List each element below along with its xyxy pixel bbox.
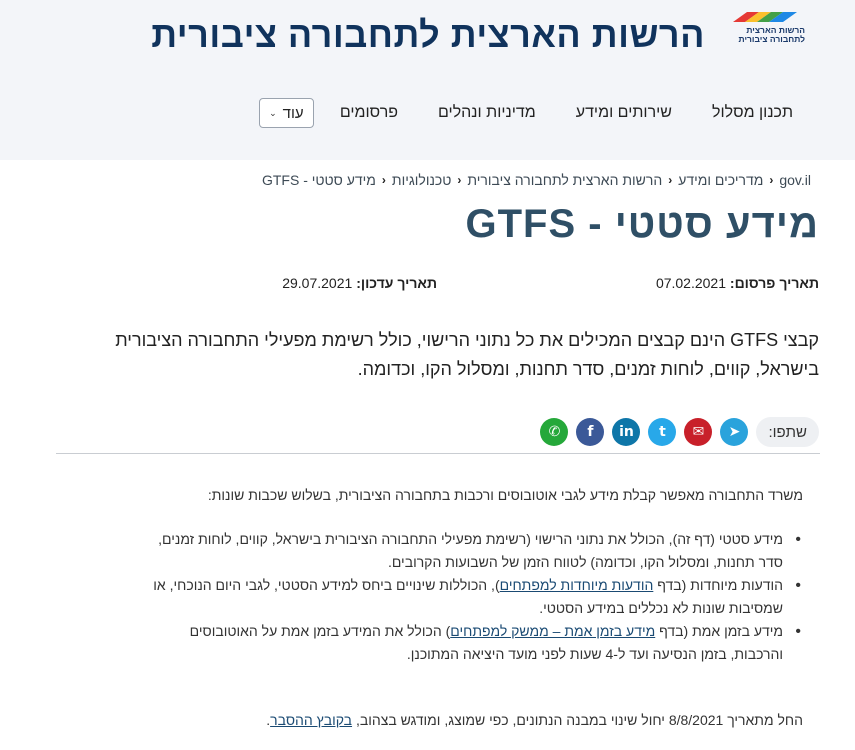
bullet3-pre: מידע בזמן אמת (בדף (655, 623, 783, 639)
format-change-note: החל מתאריך 8/8/2021 יחול שינוי במבנה הנת… (266, 712, 803, 728)
lead-line-1: קבצי GTFS הינם קבצים המכילים את כל נתוני… (115, 330, 819, 350)
share-bar: שתפו: ➤ ✉ t in f ✆ (532, 416, 819, 448)
nav-more-button[interactable]: עוד ⌄ (258, 98, 314, 128)
telegram-icon[interactable]: ➤ (720, 418, 749, 446)
share-label: שתפו: (756, 417, 819, 447)
explanation-file-link[interactable]: בקובץ ההסבר (270, 712, 352, 728)
bullet2-post: ), הכוללות שינויים ביחס למידע הסטטי, לגב… (153, 577, 500, 593)
breadcrumb-item-guides[interactable]: מדריכים ומידע (678, 172, 763, 188)
published-value: 07.02.2021 (655, 275, 727, 291)
lead-line-2: בישראל, קווים, לוחות זמנים, סדר תחנות, ו… (357, 359, 819, 379)
realtime-api-link[interactable]: מידע בזמן אמת – ממשק למפתחים (450, 623, 655, 639)
breadcrumb: gov.il ‹ מדריכים ומידע ‹ הרשות הארצית לת… (262, 172, 811, 188)
list-item-static-line1: מידע סטטי (דף זה), הכולל את נתוני הרישוי… (158, 531, 783, 547)
section-divider (56, 453, 820, 454)
nav-item-services[interactable]: שירותים ומידע (556, 104, 692, 122)
published-date: תאריך פרסום: 07.02.2021 (656, 275, 819, 291)
main-nav: תכנון מסלול שירותים ומידע מדיניות ונהלים… (258, 96, 793, 130)
chevron-down-icon: ⌄ (269, 107, 277, 118)
breadcrumb-separator-icon: ‹ (457, 173, 462, 187)
list-item-static: מידע סטטי (דף זה), הכולל את נתוני הרישוי… (43, 528, 803, 574)
whatsapp-icon[interactable]: ✆ (540, 418, 569, 446)
updated-label: תאריך עדכון: (356, 275, 437, 291)
special-messages-link[interactable]: הודעות מיוחדות למפתחים (500, 577, 654, 593)
logo-text: הרשות הארצית לתחבורה ציבורית (725, 26, 805, 44)
list-item-special-line1: הודעות מיוחדות (בדף הודעות מיוחדות למפתח… (43, 574, 783, 597)
email-icon[interactable]: ✉ (684, 418, 713, 446)
list-item-static-line2: סדר תחנות, ומסלול הקו, וכדומה) לטווח הזמ… (387, 554, 783, 570)
list-item-realtime-line2: והרכבות, בזמן הנסיעה ועד ל-4 שעות לפני מ… (406, 646, 783, 662)
footer-pre: החל מתאריך 8/8/2021 יחול שינוי במבנה הנת… (352, 712, 803, 728)
breadcrumb-item-technologies[interactable]: טכנולוגיות (392, 172, 452, 188)
breadcrumb-item-govil[interactable]: gov.il (779, 172, 811, 188)
intro-text: משרד התחבורה מאפשר קבלת מידע לגבי אוטובו… (207, 487, 803, 503)
list-item-realtime: מידע בזמן אמת (בדף מידע בזמן אמת – ממשק … (43, 620, 803, 666)
updated-date: תאריך עדכון: 29.07.2021 (282, 275, 437, 291)
twitter-icon[interactable]: t (648, 418, 677, 446)
updated-value: 29.07.2021 (282, 275, 353, 291)
info-layers-list: מידע סטטי (דף זה), הכולל את נתוני הרישוי… (43, 528, 803, 666)
lead-paragraph: קבצי GTFS הינם קבצים המכילים את כל נתוני… (59, 326, 819, 384)
list-item-special-line2: שמסיבות שונות לא נכללים במידע הסטטי. (539, 600, 783, 616)
site-title[interactable]: הרשות הארצית לתחבורה ציבורית (151, 14, 705, 56)
breadcrumb-separator-icon: ‹ (381, 173, 386, 187)
list-item-special-messages: הודעות מיוחדות (בדף הודעות מיוחדות למפתח… (43, 574, 803, 620)
facebook-icon[interactable]: f (576, 418, 605, 446)
breadcrumb-separator-icon: ‹ (769, 173, 774, 187)
breadcrumb-separator-icon: ‹ (668, 173, 673, 187)
nav-more-label: עוד (282, 104, 304, 122)
logo-text-line2: לתחבורה ציבורית (738, 34, 805, 44)
breadcrumb-item-authority[interactable]: הרשות הארצית לתחבורה ציבורית (467, 172, 662, 188)
site-header: הרשות הארצית לתחבורה ציבורית הרשות הארצי… (0, 0, 855, 160)
nav-item-route-planning[interactable]: תכנון מסלול (692, 104, 793, 122)
nav-item-policy[interactable]: מדיניות ונהלים (418, 104, 556, 122)
published-label: תאריך פרסום: (729, 275, 819, 291)
nav-item-publications[interactable]: פרסומים (320, 104, 418, 122)
bullet2-pre: הודעות מיוחדות (בדף (653, 577, 783, 593)
linkedin-icon[interactable]: in (612, 418, 641, 446)
list-item-realtime-line1: מידע בזמן אמת (בדף מידע בזמן אמת – ממשק … (43, 620, 783, 643)
breadcrumb-item-current: מידע סטטי - GTFS (261, 172, 376, 188)
bullet3-post: ) הכולל את המידע בזמן אמת על האוטובוסים (189, 623, 451, 639)
site-logo[interactable]: הרשות הארצית לתחבורה ציבורית (725, 8, 805, 44)
page-title: מידע סטטי - GTFS (465, 202, 819, 246)
